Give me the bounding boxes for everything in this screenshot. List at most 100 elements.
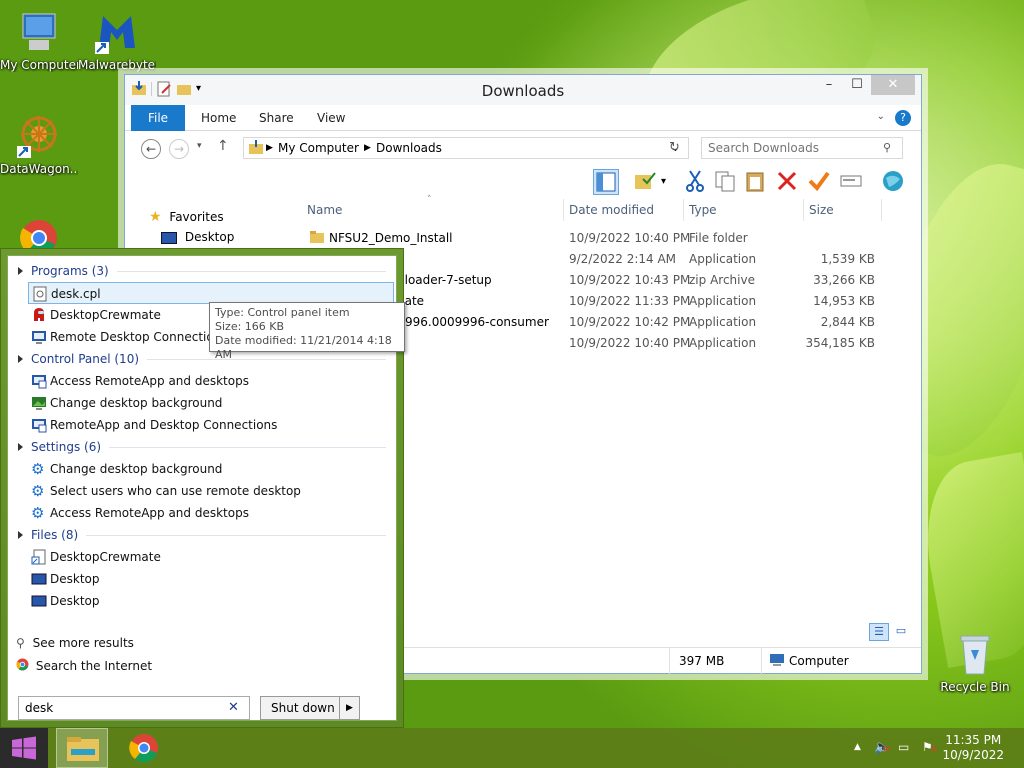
desktop-icon-my-computer[interactable]: My Computer <box>0 8 78 72</box>
remote-desktop-icon <box>31 329 47 345</box>
up-arrow-icon[interactable]: ↑ <box>217 138 229 154</box>
breadcrumb-downloads[interactable]: Downloads <box>376 141 442 155</box>
tab-file[interactable]: File <box>131 105 185 131</box>
remoteapp-icon <box>31 373 47 389</box>
result-remoteapp-desktop-connections[interactable]: RemoteApp and Desktop Connections <box>28 414 394 436</box>
rename-icon[interactable] <box>839 169 865 195</box>
see-more-results-link[interactable]: ⚲ See more results <box>16 636 134 650</box>
refresh-icon[interactable]: ↻ <box>669 140 680 155</box>
file-explorer-icon <box>67 737 99 761</box>
chevron-right-icon[interactable]: ▶ <box>339 697 359 719</box>
show-hidden-icons-icon[interactable]: ▲ <box>854 742 861 752</box>
maximize-button[interactable]: ☐ <box>843 75 871 95</box>
recent-locations-icon[interactable]: ▾ <box>197 141 202 151</box>
delete-icon[interactable] <box>775 169 801 195</box>
result-change-desktop-background[interactable]: Change desktop background <box>28 392 394 414</box>
result-settings-access-remoteapp[interactable]: ⚙ Access RemoteApp and desktops <box>28 502 394 524</box>
address-bar[interactable]: ▶ My Computer ▶ Downloads ⌄ <box>243 137 689 159</box>
group-programs[interactable]: Programs (3) <box>18 264 386 278</box>
desktop-icon-datawagon[interactable]: DataWagon... <box>0 112 78 176</box>
back-button[interactable]: ← <box>141 139 161 159</box>
result-file-desktop[interactable]: Desktop <box>28 568 394 590</box>
search-internet-link[interactable]: Search the Internet <box>16 658 152 674</box>
desktop-background-icon <box>31 395 47 411</box>
result-settings-select-users[interactable]: ⚙ Select users who can use remote deskto… <box>28 480 394 502</box>
star-icon: ★ <box>149 209 162 225</box>
result-settings-change-background[interactable]: ⚙ Change desktop background <box>28 458 394 480</box>
tab-share[interactable]: Share <box>247 105 306 131</box>
chevron-down-icon[interactable]: ⌄ <box>877 111 885 122</box>
taskbar-file-explorer[interactable] <box>56 728 108 768</box>
title-bar[interactable]: ▾ Downloads – ☐ ✕ <box>125 75 921 105</box>
column-size[interactable]: Size <box>809 203 834 217</box>
folder-icon <box>248 140 264 159</box>
gear-icon: ⚙ <box>31 482 45 500</box>
network-icon[interactable]: ▭ <box>898 740 909 754</box>
start-button[interactable] <box>0 728 48 768</box>
tab-view[interactable]: View <box>305 105 357 131</box>
preview-pane-icon[interactable] <box>593 169 619 195</box>
computer-icon <box>769 653 785 670</box>
folder-options-icon[interactable] <box>633 169 659 195</box>
recycle-bin-icon <box>951 630 999 678</box>
desktop-icon <box>31 593 47 609</box>
result-desk-cpl[interactable]: desk.cpl <box>28 282 394 304</box>
action-center-icon[interactable]: ⚑ ✕ <box>922 740 938 755</box>
expand-arrow-icon <box>18 267 23 275</box>
search-icon: ⚲ <box>16 636 25 650</box>
malwarebytes-icon <box>93 8 141 56</box>
computer-icon <box>15 8 63 56</box>
paste-icon[interactable] <box>743 169 769 195</box>
result-access-remoteapp[interactable]: Access RemoteApp and desktops <box>28 370 394 392</box>
clear-search-icon[interactable]: ✕ <box>228 700 239 715</box>
expand-arrow-icon <box>18 443 23 451</box>
ribbon: File Home Share View ⌄ ? <box>125 105 921 131</box>
help-icon[interactable]: ? <box>895 110 911 126</box>
taskbar-chrome[interactable] <box>118 728 170 768</box>
result-file-desktopcrewmate[interactable]: DesktopCrewmate <box>28 546 394 568</box>
window-title: Downloads <box>481 82 565 100</box>
remoteapp-icon <box>31 417 47 433</box>
column-name[interactable]: Name <box>307 203 342 217</box>
tab-home[interactable]: Home <box>189 105 248 131</box>
checkmark-icon[interactable] <box>807 169 833 195</box>
clock[interactable]: 11:35 PM 10/9/2022 <box>942 733 1004 763</box>
chrome-icon <box>129 734 158 763</box>
cut-icon[interactable] <box>683 169 709 195</box>
close-button[interactable]: ✕ <box>871 75 915 95</box>
desktop-icon-malwarebytes[interactable]: Malwarebytes <box>78 8 156 72</box>
control-panel-file-icon <box>32 286 48 302</box>
gear-icon: ⚙ <box>31 504 45 522</box>
minimize-button[interactable]: – <box>815 75 843 95</box>
command-toolbar: ▾ <box>125 165 921 197</box>
expand-arrow-icon <box>18 531 23 539</box>
shortcut-file-icon <box>31 549 47 565</box>
sort-ascending-icon: ˄ <box>427 195 432 205</box>
column-headers: Name ˄ Date modified Type Size <box>301 195 921 221</box>
globe-icon[interactable] <box>881 169 907 195</box>
column-type[interactable]: Type <box>689 203 717 217</box>
taskbar: ▲ 🔈 ✕ ▭ ⚑ ✕ 11:35 PM 10/9/2022 <box>0 728 1024 768</box>
search-icon: ⚲ <box>883 141 892 154</box>
nav-favorites[interactable]: ★ Favorites <box>149 209 224 225</box>
group-files[interactable]: Files (8) <box>18 528 386 542</box>
large-icons-view-icon[interactable]: ▭ <box>891 623 911 641</box>
breadcrumb-my-computer[interactable]: My Computer <box>278 141 359 155</box>
column-date-modified[interactable]: Date modified <box>569 203 654 217</box>
result-file-desktop[interactable]: Desktop <box>28 590 394 612</box>
nav-desktop[interactable]: Desktop <box>161 230 234 244</box>
details-view-icon[interactable]: ☰ <box>869 623 889 641</box>
chevron-right-icon: ▶ <box>266 143 273 153</box>
forward-button[interactable]: → <box>169 139 189 159</box>
desktop-icon-recycle-bin[interactable]: Recycle Bin <box>936 630 1014 694</box>
start-search-input[interactable] <box>18 696 250 720</box>
volume-muted-icon[interactable]: 🔈 ✕ <box>874 740 891 755</box>
shutdown-button[interactable]: Shut down ▶ <box>260 696 360 720</box>
copy-icon[interactable] <box>713 169 739 195</box>
group-settings[interactable]: Settings (6) <box>18 440 386 454</box>
windows-logo-icon <box>12 736 36 760</box>
table-row[interactable]: NFSU2_Demo_Install 10/9/2022 10:40 PM Fi… <box>301 227 921 248</box>
crewmate-icon <box>31 307 47 323</box>
search-input[interactable] <box>701 137 903 159</box>
desktop-icon <box>31 571 47 587</box>
